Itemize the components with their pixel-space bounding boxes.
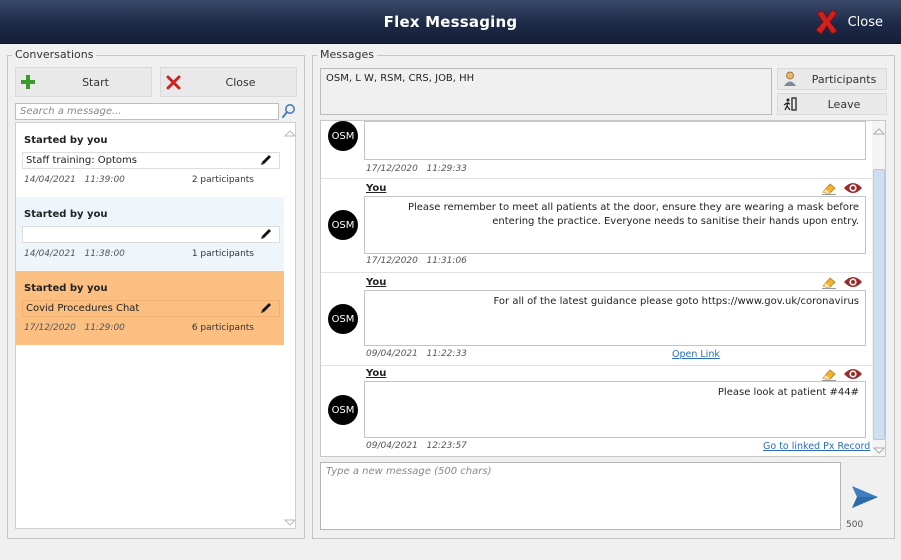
search-input[interactable] xyxy=(15,103,279,120)
message-timestamp: 09/04/2021 11:22:33 xyxy=(366,349,467,359)
participant-count: 6 participants xyxy=(191,323,254,333)
scroll-up-icon[interactable] xyxy=(283,127,295,140)
conversation-item[interactable]: Started by you Staff training: Optoms 14… xyxy=(16,123,284,197)
new-message-input[interactable] xyxy=(320,462,841,530)
send-icon[interactable] xyxy=(850,484,880,513)
message-thread[interactable]: OSM 17/12/2020 11:29:33 You OSM Please r… xyxy=(320,120,886,457)
participants-button[interactable]: Participants xyxy=(777,68,887,90)
search-icon[interactable] xyxy=(282,103,296,122)
scroll-down-icon[interactable] xyxy=(872,445,885,456)
window-close-button[interactable]: Close xyxy=(814,9,883,35)
message-bubble: Please remember to meet all patients at … xyxy=(364,196,866,254)
started-by-label: Started by you xyxy=(24,283,108,294)
conversation-date: 17/12/2020 11:29:00 xyxy=(24,323,125,333)
avatar: OSM xyxy=(328,395,358,425)
exit-door-icon xyxy=(778,97,802,111)
window-title: Flex Messaging xyxy=(383,13,518,31)
linked-record-link[interactable]: Go to linked Px Record xyxy=(763,441,870,452)
scrollbar-thumb[interactable] xyxy=(873,169,885,440)
message-item: OSM 17/12/2020 11:29:33 xyxy=(321,121,871,177)
participant-count: 1 participants xyxy=(191,249,254,259)
title-bar: Flex Messaging Close xyxy=(0,0,901,44)
conversation-name-field: Covid Procedures Chat xyxy=(22,300,280,317)
conversation-date: 14/04/2021 11:38:00 xyxy=(24,249,125,259)
message-timestamp: 09/04/2021 12:23:57 xyxy=(366,441,467,451)
message-item: You OSM Please remember to meet all pati… xyxy=(321,179,871,272)
message-bubble: For all of the latest guidance please go… xyxy=(364,290,866,346)
message-item: You OSM For all of the latest guidance p… xyxy=(321,273,871,365)
plus-icon xyxy=(16,74,40,90)
participants-list: OSM, L W, RSM, CRS, JOB, HH xyxy=(320,68,772,115)
started-by-label: Started by you xyxy=(24,135,108,146)
started-by-label: Started by you xyxy=(24,209,108,220)
message-scrollbar[interactable] xyxy=(872,121,885,456)
message-sender: You xyxy=(366,277,387,288)
start-conversation-button[interactable]: Start xyxy=(15,67,152,97)
character-count: 500 xyxy=(846,520,864,530)
message-timestamp: 17/12/2020 11:31:06 xyxy=(366,256,467,266)
conversation-name-field: Staff training: Optoms xyxy=(22,152,280,169)
messages-title: Messages xyxy=(317,48,377,61)
avatar: OSM xyxy=(328,210,358,240)
window-close-label: Close xyxy=(847,14,883,30)
participant-count: 2 participants xyxy=(191,175,254,185)
close-label: Close xyxy=(225,75,256,89)
conversation-item[interactable]: Started by you 14/04/2021 11:38:00 1 par… xyxy=(16,197,284,271)
leave-label: Leave xyxy=(827,97,861,111)
pencil-icon[interactable] xyxy=(259,301,273,318)
open-link[interactable]: Open Link xyxy=(672,349,720,360)
conversation-date: 14/04/2021 11:39:00 xyxy=(24,175,125,185)
message-bubble: Please look at patient #44# xyxy=(364,381,866,438)
start-label: Start xyxy=(82,75,109,89)
pencil-icon[interactable] xyxy=(259,153,273,170)
message-bubble xyxy=(364,121,866,160)
conversation-list[interactable]: Started by you Staff training: Optoms 14… xyxy=(15,122,296,529)
message-timestamp: 17/12/2020 11:29:33 xyxy=(366,164,467,174)
conversation-item-selected[interactable]: Started by you Covid Procedures Chat 17/… xyxy=(16,271,284,345)
participants-label: Participants xyxy=(811,72,877,86)
close-conversation-button[interactable]: Close xyxy=(160,67,297,97)
close-x-icon xyxy=(161,75,185,90)
scroll-up-icon[interactable] xyxy=(872,125,885,138)
conversation-name-field xyxy=(22,226,280,243)
message-item: You OSM Please look at patient #44# 09/0… xyxy=(321,366,871,456)
avatar: OSM xyxy=(328,304,358,334)
close-x-icon xyxy=(815,9,838,35)
message-sender: You xyxy=(366,368,387,379)
pencil-icon[interactable] xyxy=(259,227,273,244)
person-icon xyxy=(778,71,802,87)
conversations-title: Conversations xyxy=(12,48,97,61)
leave-button[interactable]: Leave xyxy=(777,93,887,115)
message-sender: You xyxy=(366,183,387,194)
avatar: OSM xyxy=(328,121,358,151)
scroll-down-icon[interactable] xyxy=(283,517,295,528)
